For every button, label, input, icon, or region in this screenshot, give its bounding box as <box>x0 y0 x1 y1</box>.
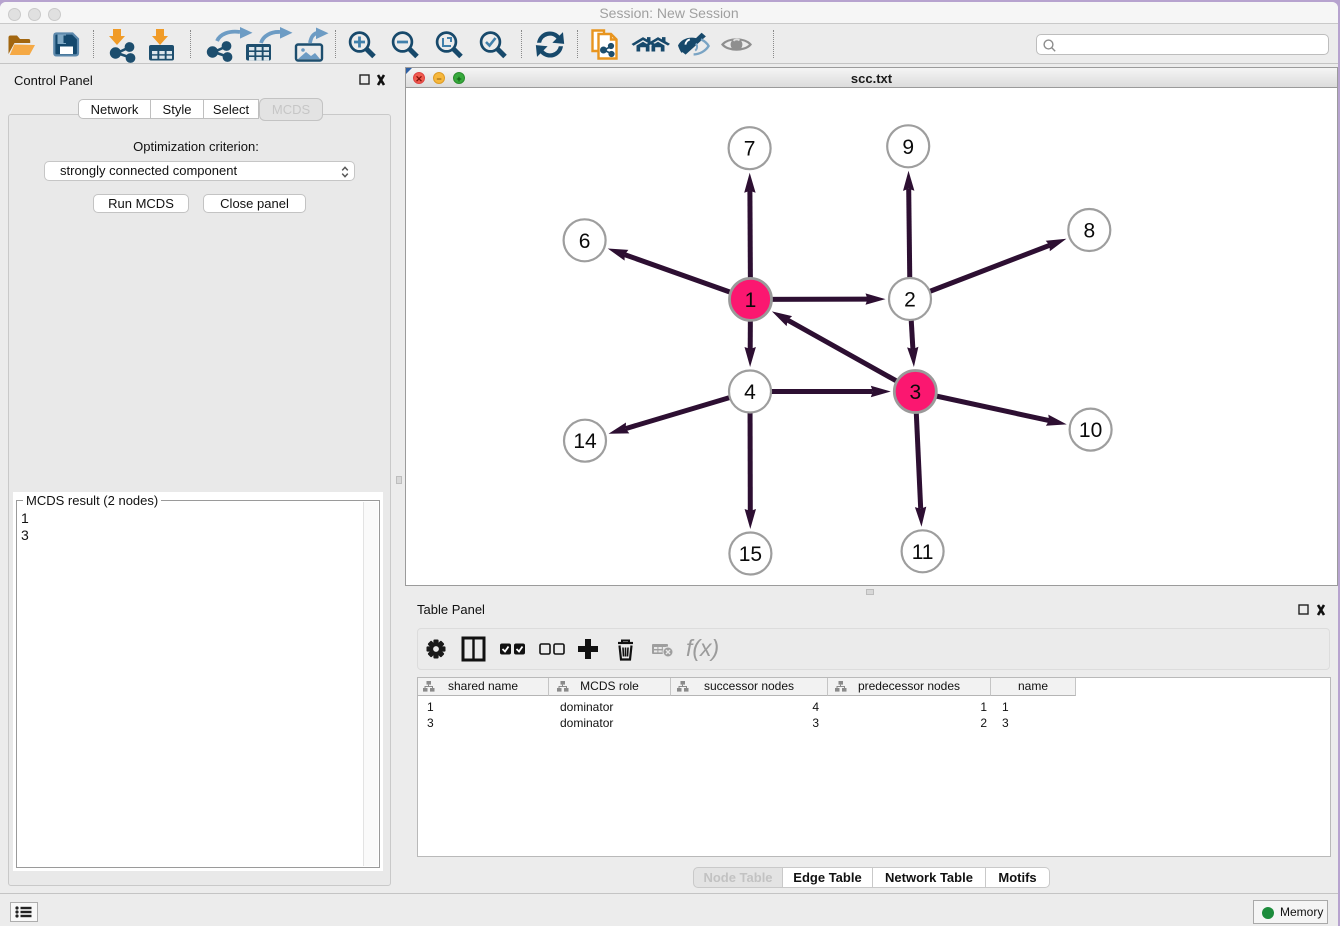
svg-text:14: 14 <box>573 430 597 453</box>
svg-text:1: 1 <box>745 289 757 312</box>
svg-text:15: 15 <box>739 543 762 566</box>
svg-text:4: 4 <box>744 381 756 404</box>
svg-text:f(x): f(x) <box>686 635 719 661</box>
svg-text:11: 11 <box>912 541 934 564</box>
svg-text:10: 10 <box>1079 419 1102 442</box>
svg-text:3: 3 <box>909 381 921 404</box>
svg-text:6: 6 <box>579 230 591 253</box>
svg-text:2: 2 <box>904 289 916 312</box>
svg-text:9: 9 <box>902 136 914 159</box>
svg-text:8: 8 <box>1083 220 1095 243</box>
svg-text:7: 7 <box>744 138 756 161</box>
